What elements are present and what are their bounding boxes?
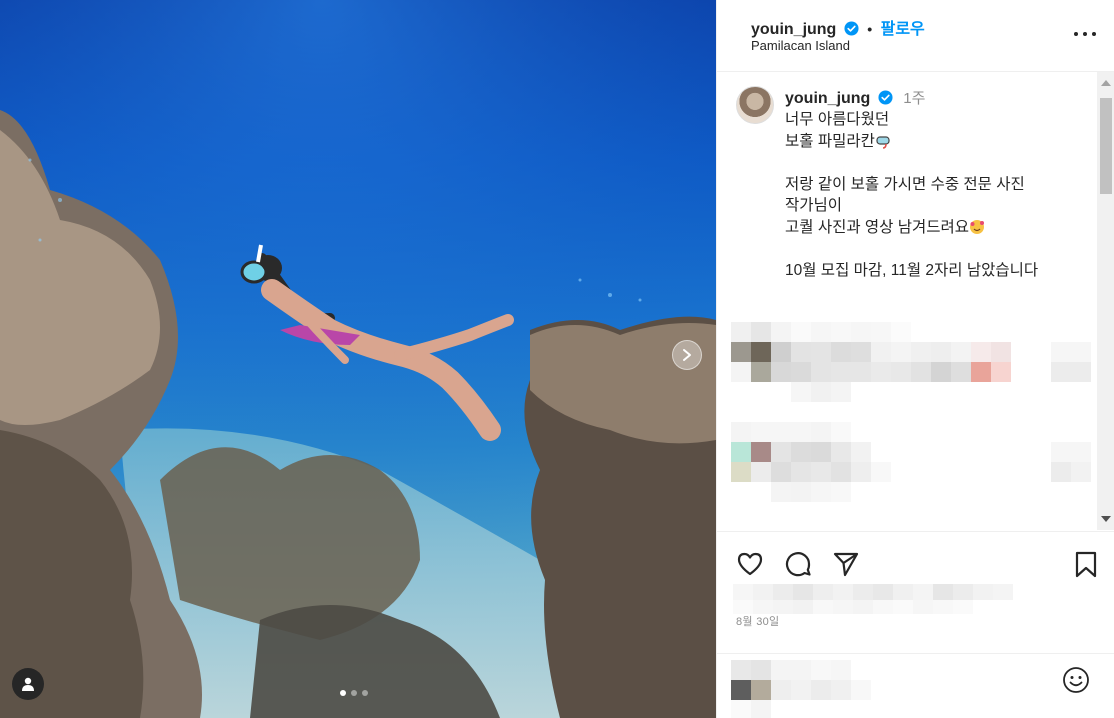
post-side-panel: youin_jung • 팔로우 Pamilacan Island youin_… bbox=[716, 0, 1114, 718]
verified-badge-icon bbox=[844, 21, 859, 36]
underwater-photo bbox=[0, 0, 716, 718]
obscured-comment bbox=[731, 422, 1091, 502]
obscured-comment-input[interactable] bbox=[731, 660, 871, 718]
smiling-face-with-hearts-icon bbox=[970, 219, 985, 234]
verified-badge-icon bbox=[878, 90, 893, 105]
more-options-button[interactable] bbox=[1074, 24, 1096, 44]
comments-scrollbar[interactable] bbox=[1097, 72, 1114, 530]
action-bar: 8월 30일 bbox=[717, 531, 1114, 718]
more-options-icon bbox=[1074, 32, 1078, 36]
paper-plane-icon[interactable] bbox=[831, 549, 861, 579]
obscured-likes bbox=[733, 584, 1013, 614]
scroll-down-arrow-icon[interactable] bbox=[1101, 516, 1111, 522]
next-slide-button[interactable] bbox=[672, 340, 702, 370]
header-separator: • bbox=[867, 21, 873, 37]
obscured-comment bbox=[731, 322, 1091, 402]
location-link[interactable]: Pamilacan Island bbox=[751, 38, 850, 53]
header-username[interactable]: youin_jung bbox=[751, 21, 836, 38]
carousel-indicator bbox=[340, 690, 368, 696]
comments-area[interactable]: youin_jung 1주 너무 아름다웠던 보홀 파밀라칸 저랑 같이 보홀 … bbox=[717, 72, 1097, 530]
follow-button[interactable]: 팔로우 bbox=[881, 21, 925, 38]
caption-username[interactable]: youin_jung bbox=[785, 90, 870, 107]
carousel-dot bbox=[340, 690, 346, 696]
caption-line: 고퀄 사진과 영상 남겨드려요 bbox=[785, 218, 970, 236]
caption-line: 작가님이 bbox=[785, 197, 843, 214]
caption-header: youin_jung 1주 bbox=[785, 87, 925, 108]
snorkel-mask-icon bbox=[876, 135, 890, 149]
post-photo[interactable] bbox=[0, 0, 716, 718]
carousel-dot bbox=[362, 690, 368, 696]
bookmark-icon[interactable] bbox=[1071, 549, 1101, 579]
scroll-up-arrow-icon[interactable] bbox=[1101, 80, 1111, 86]
chevron-right-icon bbox=[683, 349, 691, 361]
heart-icon[interactable] bbox=[735, 549, 765, 579]
caption-line: 저랑 같이 보홀 가시면 수중 전문 사진 bbox=[785, 175, 1025, 193]
comment-icon[interactable] bbox=[783, 549, 813, 579]
caption-time[interactable]: 1주 bbox=[903, 90, 925, 107]
header-user-line: youin_jung • 팔로우 bbox=[751, 15, 925, 39]
user-tag-icon bbox=[22, 677, 34, 691]
tagged-users-button[interactable] bbox=[12, 668, 44, 700]
avatar[interactable] bbox=[736, 86, 774, 124]
caption-line: 너무 아름다웠던 bbox=[785, 111, 890, 128]
caption-line: 보홀 파밀라칸 bbox=[785, 132, 875, 150]
smiley-icon[interactable] bbox=[1061, 665, 1091, 695]
caption-text: 너무 아름다웠던 보홀 파밀라칸 저랑 같이 보홀 가시면 수중 전문 사진 작… bbox=[785, 109, 1085, 281]
scroll-thumb[interactable] bbox=[1100, 98, 1112, 194]
add-comment-row[interactable] bbox=[717, 653, 1114, 718]
post-date[interactable]: 8월 30일 bbox=[736, 613, 779, 629]
carousel-dot bbox=[351, 690, 357, 696]
post-header: youin_jung • 팔로우 Pamilacan Island bbox=[717, 0, 1114, 72]
caption-line: 10월 모집 마감, 11월 2자리 남았습니다 bbox=[785, 261, 1039, 279]
